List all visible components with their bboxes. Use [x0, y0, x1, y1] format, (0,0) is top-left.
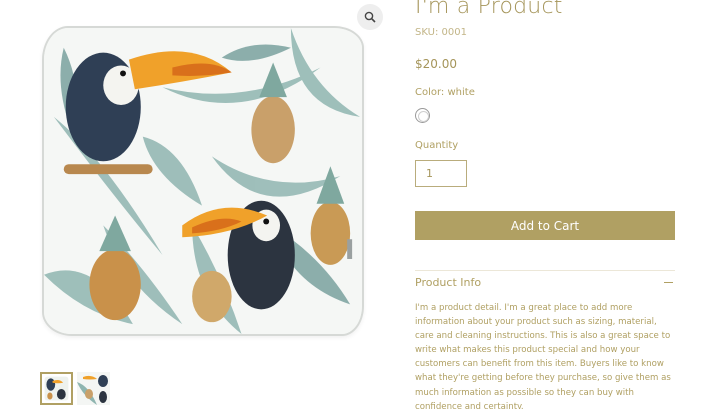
quantity-label: Quantity	[415, 140, 459, 151]
magnifier-icon	[364, 8, 376, 27]
product-info-description: I'm a product detail. I'm a great place …	[415, 303, 671, 409]
thumbnail-pattern-detail[interactable]	[77, 372, 110, 405]
minus-icon	[664, 282, 673, 283]
product-title: I'm a Product	[415, 0, 563, 19]
product-gallery	[0, 0, 392, 405]
thumbnail-pillow-front[interactable]	[40, 372, 73, 405]
thumbnail-strip	[40, 372, 110, 405]
product-price: $20.00	[415, 57, 457, 71]
zoom-button[interactable]	[357, 4, 383, 30]
color-swatch-white[interactable]	[415, 108, 430, 123]
quantity-input[interactable]	[415, 160, 467, 187]
product-info-toggle[interactable]: Product Info	[415, 270, 675, 294]
color-label: Color: white	[415, 87, 475, 98]
product-details-panel: I'm a Product SKU: 0001 $20.00 Color: wh…	[415, 0, 675, 409]
product-sku: SKU: 0001	[415, 27, 467, 38]
product-image[interactable]	[42, 26, 364, 336]
add-to-cart-button[interactable]: Add to Cart	[415, 211, 675, 240]
product-info-title: Product Info	[415, 276, 482, 289]
toucan-pineapple-pattern	[44, 28, 362, 334]
